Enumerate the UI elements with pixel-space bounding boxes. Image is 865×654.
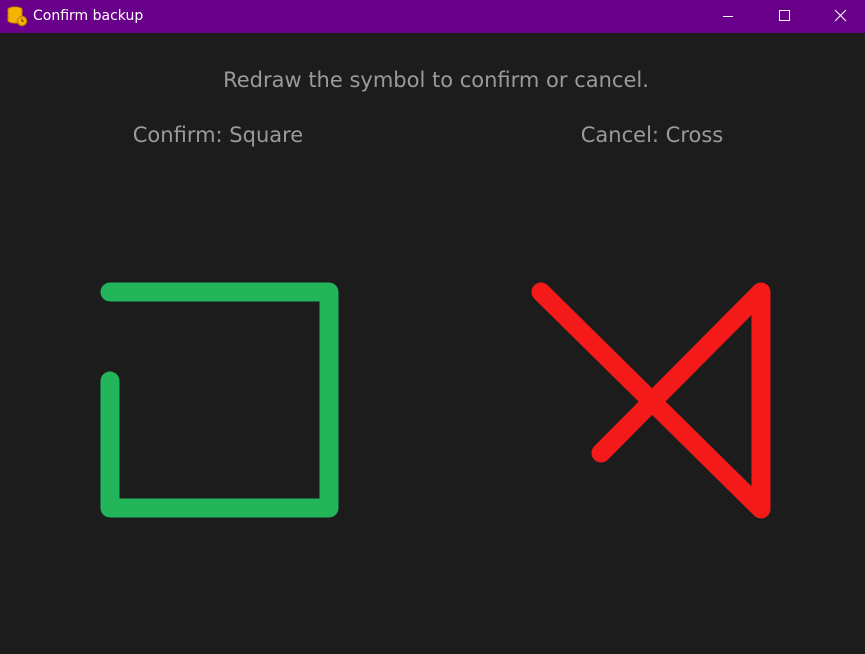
maximize-icon bbox=[779, 10, 790, 21]
cross-symbol-icon bbox=[531, 282, 771, 519]
maximize-button[interactable] bbox=[757, 0, 811, 33]
instruction-text: Redraw the symbol to confirm or cancel. bbox=[223, 68, 649, 92]
confirm-backup-window: Confirm backup Redraw the symbol to conf… bbox=[0, 0, 865, 654]
square-symbol-icon bbox=[100, 282, 339, 518]
confirm-square-gesture[interactable] bbox=[90, 272, 350, 532]
cancel-label: Cancel: Cross bbox=[580, 123, 724, 147]
title-bar[interactable]: Confirm backup bbox=[0, 0, 865, 33]
cancel-cross-gesture[interactable] bbox=[525, 272, 785, 532]
close-button[interactable] bbox=[814, 0, 865, 33]
coins-icon bbox=[6, 5, 28, 27]
minimize-icon bbox=[723, 16, 733, 17]
close-icon bbox=[834, 9, 847, 22]
window-title: Confirm backup bbox=[33, 8, 144, 24]
confirm-label: Confirm: Square bbox=[132, 123, 304, 147]
minimize-button[interactable] bbox=[701, 0, 755, 33]
